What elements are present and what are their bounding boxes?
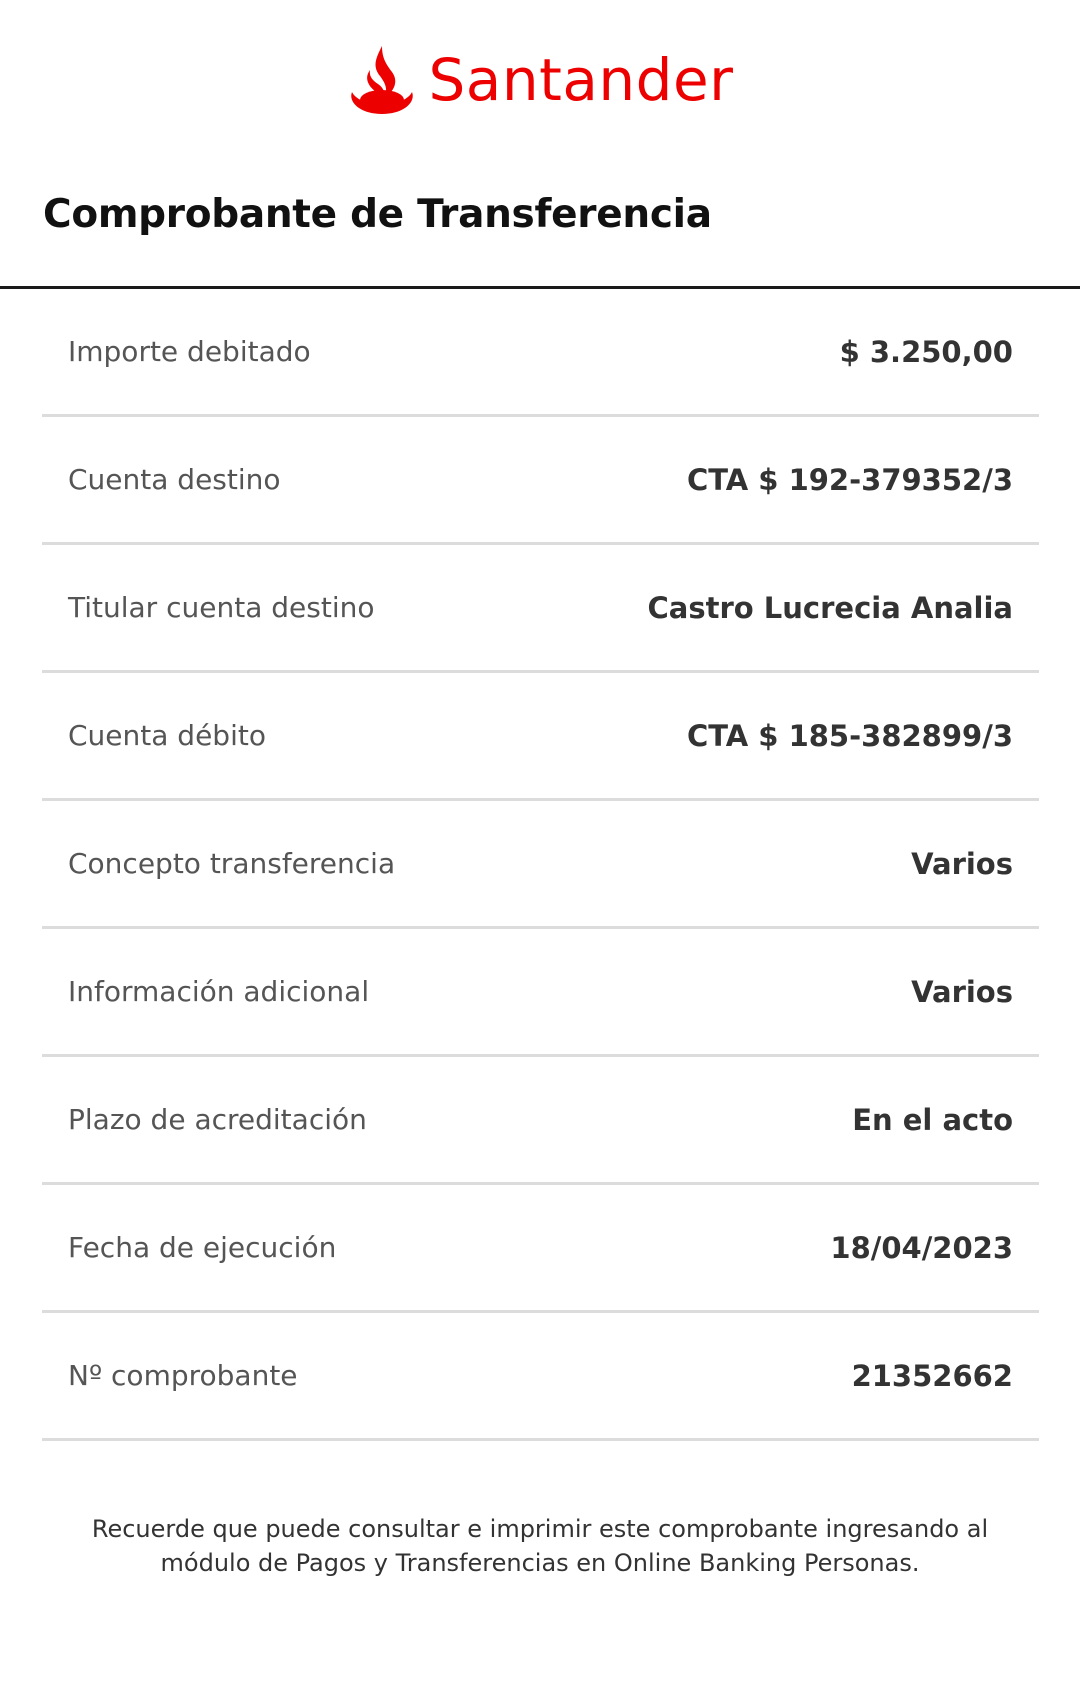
detail-row-cuenta-debito: Cuenta débito CTA $ 185-382899/3 [42, 673, 1039, 801]
detail-label: Titular cuenta destino [68, 591, 375, 624]
detail-label: Cuenta débito [68, 719, 266, 752]
detail-value: En el acto [852, 1102, 1013, 1137]
detail-row-plazo: Plazo de acreditación En el acto [42, 1057, 1039, 1185]
santander-logo: Santander [0, 40, 1080, 120]
detail-value: CTA $ 185-382899/3 [686, 718, 1013, 753]
detail-value: 18/04/2023 [830, 1230, 1013, 1265]
logo-group: Santander [346, 44, 733, 116]
brand-name: Santander [428, 46, 734, 114]
footer-line-2: módulo de Pagos y Transferencias en Onli… [160, 1549, 920, 1577]
detail-value: Varios [911, 846, 1013, 881]
detail-value: 21352662 [851, 1358, 1013, 1393]
page-title: Comprobante de Transferencia [43, 192, 712, 237]
detail-label: Fecha de ejecución [68, 1231, 337, 1264]
detail-label: Información adicional [68, 975, 370, 1008]
detail-value: Varios [911, 974, 1013, 1009]
detail-label: Cuenta destino [68, 463, 281, 496]
detail-row-concepto: Concepto transferencia Varios [42, 801, 1039, 929]
detail-row-fecha: Fecha de ejecución 18/04/2023 [42, 1185, 1039, 1313]
detail-row-importe: Importe debitado $ 3.250,00 [42, 289, 1039, 417]
detail-label: Importe debitado [68, 335, 311, 368]
detail-value: CTA $ 192-379352/3 [686, 462, 1013, 497]
detail-value: $ 3.250,00 [839, 334, 1013, 369]
detail-value: Castro Lucrecia Analia [647, 590, 1014, 625]
santander-flame-icon [351, 46, 414, 114]
detail-label: Plazo de acreditación [68, 1103, 367, 1136]
detail-row-comprobante: Nº comprobante 21352662 [42, 1313, 1039, 1441]
footer-line-1: Recuerde que puede consultar e imprimir … [91, 1515, 989, 1543]
detail-row-titular: Titular cuenta destino Castro Lucrecia A… [42, 545, 1039, 673]
detail-row-informacion: Información adicional Varios [42, 929, 1039, 1057]
detail-label: Nº comprobante [68, 1359, 298, 1392]
footer-note: Recuerde que puede consultar e imprimir … [80, 1512, 1000, 1580]
detail-label: Concepto transferencia [68, 847, 396, 880]
transfer-details: Importe debitado $ 3.250,00 Cuenta desti… [42, 289, 1039, 1441]
detail-row-cuenta-destino: Cuenta destino CTA $ 192-379352/3 [42, 417, 1039, 545]
